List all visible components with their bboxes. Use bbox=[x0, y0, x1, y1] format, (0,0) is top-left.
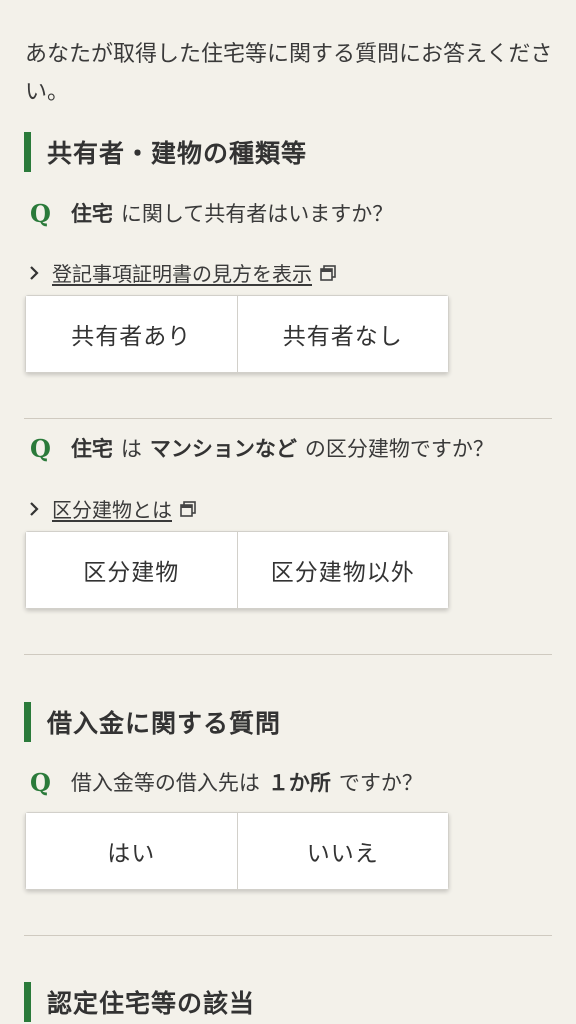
question-subject: 住宅 bbox=[70, 202, 113, 226]
question-single-lender: Q 借入金等の借入先は １か所 ですか？ bbox=[30, 767, 423, 797]
divider bbox=[24, 418, 552, 419]
section-accent-bar bbox=[24, 132, 31, 172]
yes-button[interactable]: はい bbox=[25, 812, 238, 890]
section-title-certified: 認定住宅等の該当 bbox=[47, 989, 256, 1018]
section-header-loan: 借入金に関する質問 bbox=[24, 702, 281, 742]
question-building-type: Q 住宅 は マンションなど の区分建物ですか？ bbox=[30, 433, 494, 463]
question-text: に関して共有者はいますか？ bbox=[120, 202, 394, 226]
section-header-building: 共有者・建物の種類等 bbox=[24, 132, 307, 172]
question-highlight: マンションなど bbox=[149, 437, 297, 461]
question-text: の区分建物ですか？ bbox=[304, 437, 494, 461]
co-owner-no-button[interactable]: 共有者なし bbox=[237, 295, 449, 373]
chevron-right-icon bbox=[28, 500, 46, 518]
non-sectional-building-button[interactable]: 区分建物以外 bbox=[237, 531, 449, 609]
building-type-options: 区分建物 区分建物以外 bbox=[25, 531, 449, 609]
question-co-owner: Q 住宅 に関して共有者はいますか？ bbox=[30, 198, 393, 228]
no-button[interactable]: いいえ bbox=[237, 812, 449, 890]
question-particle: は bbox=[120, 437, 142, 461]
external-window-icon bbox=[180, 500, 196, 517]
co-owner-options: 共有者あり 共有者なし bbox=[25, 295, 449, 373]
chevron-right-icon bbox=[28, 264, 46, 282]
q-mark-icon: Q bbox=[30, 767, 51, 797]
question-text: ですか？ bbox=[338, 771, 423, 795]
link-sectional-building-label[interactable]: 区分建物とは bbox=[52, 494, 172, 523]
single-lender-options: はい いいえ bbox=[25, 812, 449, 890]
link-registry-help-label[interactable]: 登記事項証明書の見方を表示 bbox=[52, 258, 312, 287]
external-window-icon bbox=[320, 264, 336, 281]
link-sectional-building-help[interactable]: 区分建物とは bbox=[28, 494, 196, 523]
question-highlight: １か所 bbox=[267, 771, 331, 795]
divider bbox=[24, 654, 552, 655]
link-registry-help[interactable]: 登記事項証明書の見方を表示 bbox=[28, 258, 336, 287]
section-accent-bar bbox=[24, 982, 31, 1022]
sectional-building-button[interactable]: 区分建物 bbox=[25, 531, 238, 609]
section-title-loan: 借入金に関する質問 bbox=[47, 709, 282, 738]
divider bbox=[24, 935, 552, 936]
page: あなたが取得した住宅等に関する質問にお答えください。 共有者・建物の種類等 Q … bbox=[0, 0, 576, 1024]
q-mark-icon: Q bbox=[30, 198, 51, 228]
intro-text: あなたが取得した住宅等に関する質問にお答えください。 bbox=[25, 42, 553, 105]
section-accent-bar bbox=[24, 702, 31, 742]
question-prefix: 借入金等の借入先は bbox=[70, 771, 260, 795]
section-title-building: 共有者・建物の種類等 bbox=[47, 139, 308, 168]
section-header-certified: 認定住宅等の該当 bbox=[24, 982, 255, 1022]
co-owner-yes-button[interactable]: 共有者あり bbox=[25, 295, 238, 373]
q-mark-icon: Q bbox=[30, 433, 51, 463]
question-subject: 住宅 bbox=[70, 437, 113, 461]
